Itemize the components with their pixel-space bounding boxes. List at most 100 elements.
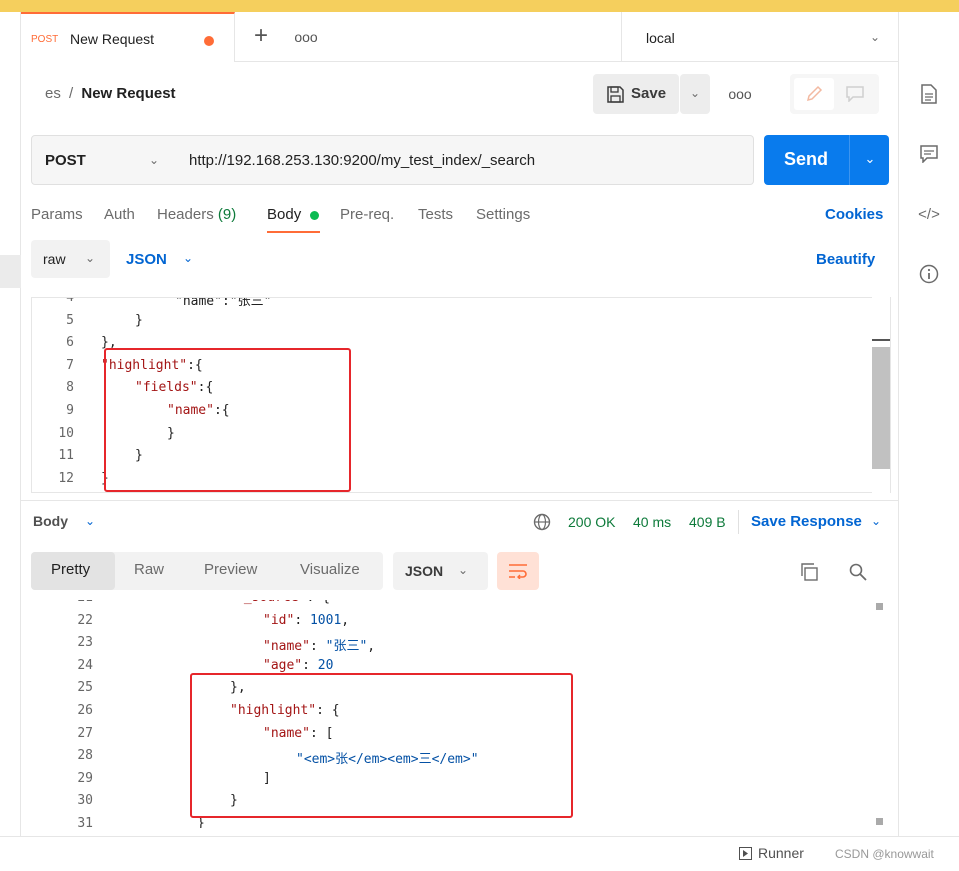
tab-body[interactable]: Body bbox=[267, 206, 301, 223]
copy-icon[interactable] bbox=[799, 562, 819, 582]
view-toggle[interactable] bbox=[790, 74, 879, 114]
save-disk-icon bbox=[605, 84, 625, 104]
line-number: 8 bbox=[66, 380, 74, 396]
line-number: 9 bbox=[66, 403, 74, 418]
line-number: 11 bbox=[58, 448, 74, 464]
json-punct: , bbox=[341, 612, 350, 628]
environment-name: local bbox=[646, 30, 675, 46]
chevron-down-icon: ⌄ bbox=[84, 251, 96, 265]
scrollbar-marker bbox=[872, 339, 890, 341]
runner-icon[interactable] bbox=[738, 846, 752, 860]
json-punct: : bbox=[302, 657, 318, 673]
scroll-up-icon[interactable] bbox=[876, 603, 883, 610]
json-punct: : bbox=[309, 639, 326, 655]
body-mode-label: raw bbox=[43, 251, 66, 267]
tab-title: New Request bbox=[70, 31, 155, 47]
left-sidebar-strip[interactable] bbox=[0, 12, 21, 836]
request-tab[interactable]: POST New Request bbox=[21, 12, 235, 62]
code-line: } bbox=[135, 312, 143, 328]
chevron-down-icon: ⌄ bbox=[457, 563, 469, 577]
chevron-down-icon[interactable]: ⌄ bbox=[180, 250, 196, 266]
more-actions-icon[interactable]: ooo bbox=[726, 86, 754, 102]
send-button[interactable]: Send ⌄ bbox=[764, 135, 889, 185]
tab-auth[interactable]: Auth bbox=[104, 206, 135, 223]
runner-button[interactable]: Runner bbox=[758, 845, 804, 861]
tab-method: POST bbox=[31, 34, 59, 45]
line-number: 10 bbox=[58, 425, 74, 441]
tab-settings[interactable]: Settings bbox=[476, 206, 530, 223]
scroll-down-icon[interactable] bbox=[876, 818, 883, 825]
line-number: 23 bbox=[77, 635, 93, 651]
tab-headers-label: Headers bbox=[157, 206, 214, 223]
breadcrumb-parent[interactable]: es bbox=[45, 85, 61, 102]
json-key: "_source" bbox=[236, 600, 306, 605]
breadcrumb: es / New Request bbox=[45, 85, 176, 102]
response-scrollbar[interactable] bbox=[873, 600, 887, 828]
save-response-button[interactable]: Save Response bbox=[751, 513, 862, 530]
json-value: "张三" bbox=[325, 639, 368, 655]
edit-mode-button[interactable] bbox=[794, 78, 834, 110]
wrap-lines-icon bbox=[508, 562, 528, 580]
beautify-link[interactable]: Beautify bbox=[816, 251, 875, 268]
save-dropdown-button[interactable]: ⌄ bbox=[680, 74, 710, 114]
save-button[interactable]: Save bbox=[593, 74, 679, 114]
response-format-select[interactable]: JSON ⌄ bbox=[393, 552, 488, 590]
comments-icon[interactable] bbox=[918, 143, 940, 165]
response-format-label: JSON bbox=[405, 563, 444, 579]
line-number: 24 bbox=[77, 657, 93, 673]
code-snippet-icon[interactable]: </> bbox=[916, 203, 942, 225]
breadcrumb-current[interactable]: New Request bbox=[81, 85, 175, 102]
status-divider bbox=[738, 510, 739, 534]
status-footer: Runner CSDN @knowwait bbox=[0, 836, 959, 871]
tab-prerequest[interactable]: Pre-req. bbox=[340, 206, 394, 223]
body-mode-select[interactable]: raw ⌄ bbox=[31, 240, 110, 278]
response-time[interactable]: 40 ms bbox=[633, 514, 671, 530]
tabs-more-icon[interactable]: ooo bbox=[292, 28, 320, 46]
editor-scrollbar[interactable] bbox=[872, 297, 890, 493]
unsaved-dot-icon bbox=[204, 36, 214, 46]
notification-bar bbox=[0, 0, 959, 12]
line-number: 6 bbox=[66, 335, 74, 351]
url-text: http://192.168.253.130:9200/my_test_inde… bbox=[189, 152, 536, 169]
send-chevron-down-icon[interactable]: ⌄ bbox=[860, 150, 880, 168]
chevron-down-icon[interactable]: ⌄ bbox=[82, 513, 98, 529]
new-tab-plus-icon[interactable]: + bbox=[249, 22, 273, 49]
right-sidebar bbox=[898, 12, 959, 836]
url-input[interactable]: http://192.168.253.130:9200/my_test_inde… bbox=[175, 135, 754, 185]
wrap-lines-button[interactable] bbox=[497, 552, 539, 590]
scrollbar-thumb[interactable] bbox=[872, 347, 890, 469]
active-tab-underline bbox=[267, 231, 320, 233]
method-select[interactable]: POST ⌄ bbox=[31, 135, 176, 185]
globe-icon[interactable] bbox=[532, 512, 552, 532]
tab-headers[interactable]: Headers (9) bbox=[157, 206, 236, 223]
chevron-down-icon[interactable]: ⌄ bbox=[868, 513, 884, 529]
pane-divider[interactable] bbox=[21, 500, 898, 501]
breadcrumb-separator: / bbox=[69, 85, 74, 102]
response-size[interactable]: 409 B bbox=[689, 514, 726, 530]
search-icon[interactable] bbox=[848, 562, 868, 582]
response-body-label[interactable]: Body bbox=[33, 513, 68, 529]
line-number: 21 bbox=[51, 600, 93, 605]
sidebar-selected-item[interactable] bbox=[0, 255, 21, 288]
headers-count: (9) bbox=[217, 206, 237, 223]
line-number: 4 bbox=[66, 297, 74, 305]
line-number: 12 bbox=[58, 470, 74, 486]
json-value: 20 bbox=[317, 657, 334, 673]
cookies-link[interactable]: Cookies bbox=[825, 206, 883, 223]
tab-params[interactable]: Params bbox=[31, 206, 83, 223]
environment-selector[interactable]: local ⌄ bbox=[621, 12, 898, 62]
view-preview-button[interactable]: Preview bbox=[204, 561, 257, 578]
view-pretty-label[interactable]: Pretty bbox=[51, 561, 90, 578]
response-status[interactable]: 200 OK bbox=[568, 514, 615, 530]
tab-tests[interactable]: Tests bbox=[418, 206, 453, 223]
json-key: "name" bbox=[263, 639, 310, 655]
comment-mode-icon[interactable] bbox=[845, 84, 865, 104]
line-number: 31 bbox=[77, 816, 93, 828]
documentation-icon[interactable] bbox=[918, 82, 940, 106]
body-language-select[interactable]: JSON bbox=[126, 251, 167, 268]
view-raw-button[interactable]: Raw bbox=[134, 561, 164, 578]
line-number: 29 bbox=[77, 770, 93, 786]
info-icon[interactable] bbox=[918, 263, 940, 285]
code-line: "name":"张三" bbox=[175, 297, 272, 309]
view-visualize-button[interactable]: Visualize bbox=[300, 561, 360, 578]
